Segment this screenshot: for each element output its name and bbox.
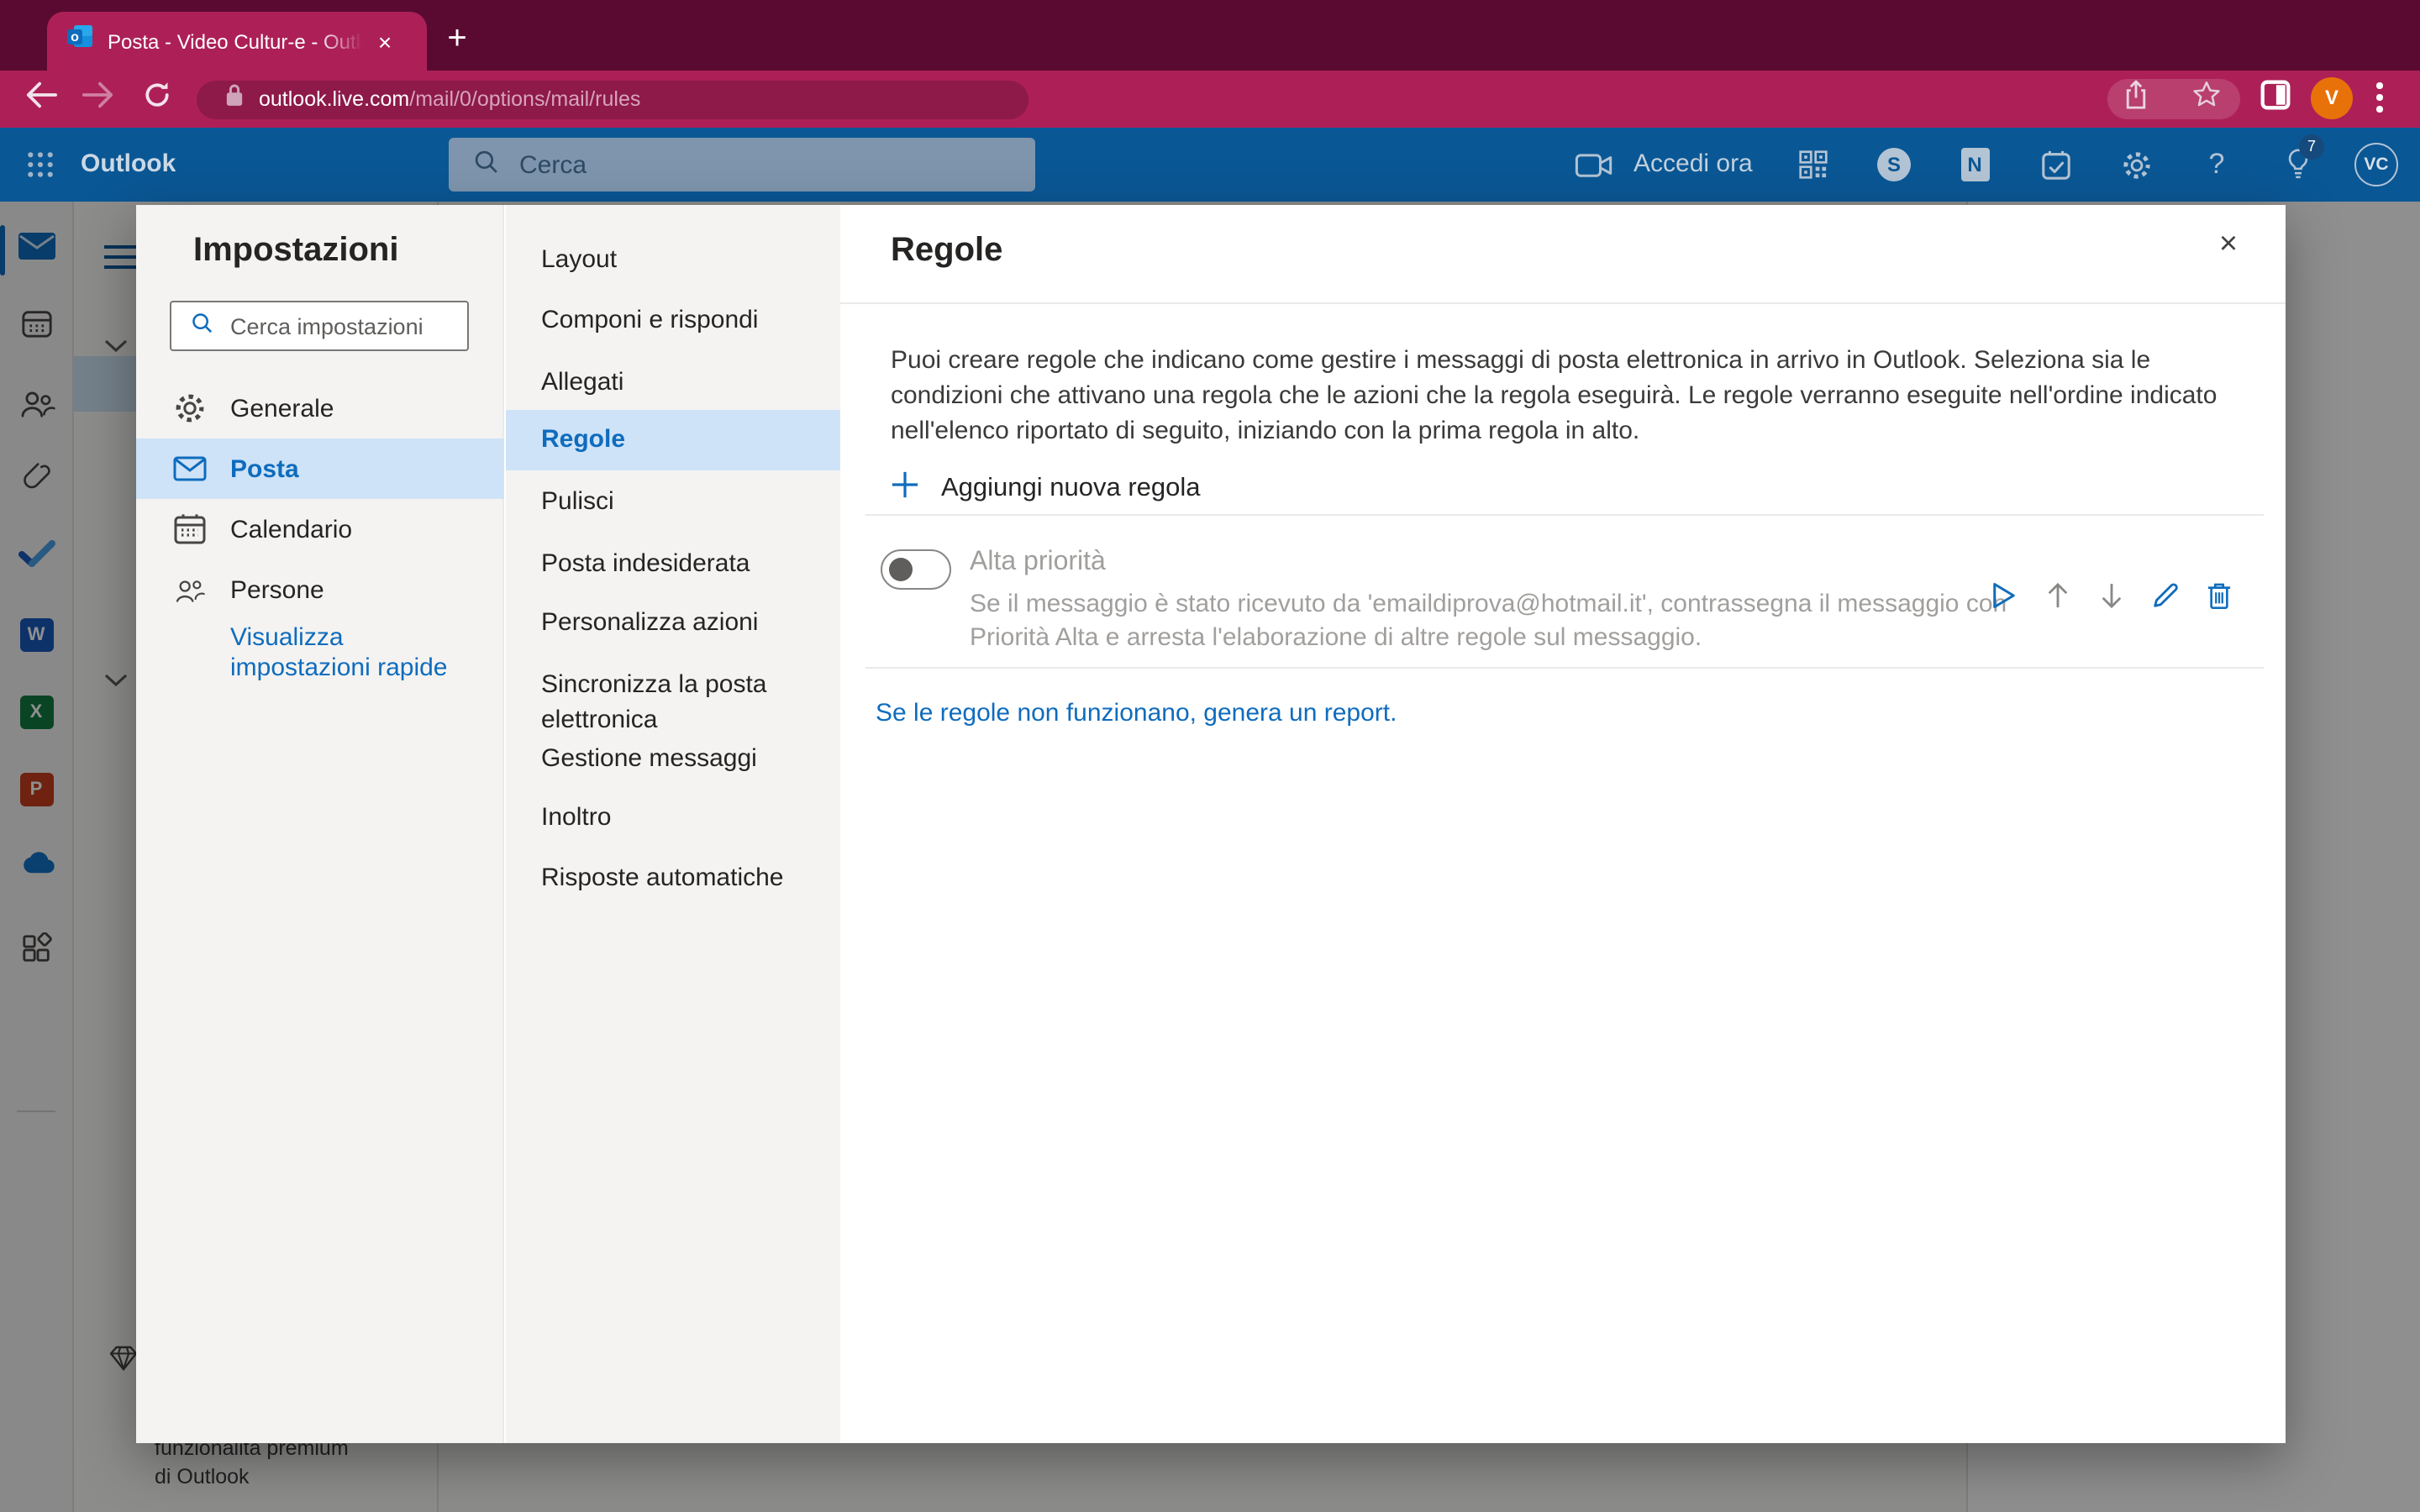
new-tab-button[interactable]: +	[434, 17, 481, 64]
header-divider	[840, 302, 2286, 304]
url-domain: outlook.live.com	[259, 87, 409, 111]
sidebar-item-posta[interactable]: Posta	[136, 438, 504, 499]
menu-item-regole[interactable]: Regole	[506, 410, 840, 470]
calendar-icon	[173, 512, 207, 546]
account-avatar[interactable]: VC	[2354, 143, 2398, 186]
tab-title: Posta - Video Cultur-e - Outloo	[108, 29, 363, 53]
delete-trash-icon[interactable]	[2198, 575, 2238, 615]
settings-sidebar: Impostazioni Generale Posta	[136, 205, 504, 1443]
browser-menu-icon[interactable]	[2376, 82, 2383, 118]
mail-icon	[173, 452, 207, 486]
forward-icon[interactable]	[82, 81, 114, 117]
app-launcher-icon[interactable]	[15, 128, 66, 202]
notification-badge: 7	[2299, 134, 2324, 160]
url-path: /mail/0/options/mail/rules	[409, 87, 640, 111]
bookmark-star-icon[interactable]	[2191, 80, 2222, 118]
menu-item-inoltro[interactable]: Inoltro	[506, 788, 840, 848]
onenote-icon[interactable]: N	[1949, 128, 2000, 202]
move-down-icon[interactable]	[2091, 575, 2131, 615]
add-rule-button[interactable]: Aggiungi nuova regola	[891, 470, 1201, 507]
settings-search-input[interactable]	[230, 313, 449, 339]
outlook-search-box[interactable]	[449, 138, 1035, 192]
browser-tab-strip: o Posta - Video Cultur-e - Outloo × +	[0, 0, 2420, 71]
rule-actions	[1983, 575, 2238, 615]
search-input[interactable]	[519, 150, 956, 179]
outlook-nav-bar: Outlook Accedi ora S N ? 7	[0, 128, 2420, 202]
toggle-knob	[889, 557, 913, 580]
quick-settings-link[interactable]: Visualizza impostazioni rapide	[230, 623, 469, 682]
screen: o Posta - Video Cultur-e - Outloo × + ou…	[0, 0, 2420, 1512]
menu-item-gestione-messaggi[interactable]: Gestione messaggi	[506, 729, 840, 790]
gear-icon	[173, 391, 207, 425]
rule-name: Alta priorità	[970, 548, 1106, 578]
back-icon[interactable]	[25, 81, 57, 117]
tab-close-icon[interactable]: ×	[370, 26, 400, 56]
todo-calendar-icon[interactable]	[2030, 128, 2081, 202]
divider	[865, 667, 2264, 669]
share-icon[interactable]	[2123, 80, 2149, 118]
move-up-icon[interactable]	[2037, 575, 2077, 615]
menu-item-posta-indesiderata[interactable]: Posta indesiderata	[506, 534, 840, 595]
skype-icon[interactable]: S	[1869, 128, 1919, 202]
search-icon	[472, 147, 499, 182]
menu-item-allegati[interactable]: Allegati	[506, 353, 840, 413]
rule-enabled-toggle[interactable]	[881, 549, 951, 590]
settings-modal: Impostazioni Generale Posta	[136, 205, 2286, 1443]
rules-description: Puoi creare regole che indicano come ges…	[891, 343, 2255, 449]
menu-item-pulisci[interactable]: Pulisci	[506, 472, 840, 533]
menu-item-personalizza-azioni[interactable]: Personalizza azioni	[506, 593, 840, 654]
menu-item-componi[interactable]: Componi e rispondi	[506, 291, 840, 351]
page-title: Regole	[891, 232, 1002, 270]
rules-panel: Regole × Puoi creare regole che indicano…	[840, 205, 2286, 1443]
side-panel-icon[interactable]	[2260, 80, 2291, 118]
edit-pencil-icon[interactable]	[2144, 575, 2185, 615]
sidebar-item-generale[interactable]: Generale	[136, 378, 504, 438]
qr-code-icon[interactable]	[1788, 128, 1839, 202]
settings-gear-icon[interactable]	[2111, 128, 2161, 202]
help-icon[interactable]: ?	[2191, 128, 2242, 202]
lock-icon	[225, 82, 244, 116]
svg-text:o: o	[71, 30, 79, 45]
close-icon[interactable]: ×	[2208, 225, 2249, 265]
search-icon	[190, 310, 213, 342]
settings-search-box[interactable]	[170, 301, 469, 351]
browser-toolbar: outlook.live.com/mail/0/options/mail/rul…	[0, 71, 2420, 128]
sidebar-item-calendario[interactable]: Calendario	[136, 499, 504, 559]
menu-item-layout[interactable]: Layout	[506, 230, 840, 291]
browser-profile-avatar[interactable]: V	[2311, 77, 2353, 119]
generate-report-link[interactable]: Se le regole non funzionano, genera un r…	[876, 699, 1397, 727]
meet-camera-icon[interactable]	[1568, 128, 1618, 202]
mail-settings-menu: Layout Componi e rispondi Allegati Regol…	[506, 205, 840, 1443]
reload-icon[interactable]	[143, 81, 171, 118]
divider	[865, 514, 2264, 516]
run-rule-icon[interactable]	[1983, 575, 2023, 615]
url-bar[interactable]: outlook.live.com/mail/0/options/mail/rul…	[197, 80, 1028, 118]
browser-tab[interactable]: o Posta - Video Cultur-e - Outloo ×	[47, 12, 427, 71]
settings-title: Impostazioni	[193, 232, 398, 270]
outlook-wordmark[interactable]: Outlook	[81, 128, 176, 202]
sign-in-now-link[interactable]: Accedi ora	[1634, 128, 1753, 202]
menu-item-risposte-automatiche[interactable]: Risposte automatiche	[506, 848, 840, 909]
sidebar-item-persone[interactable]: Persone	[136, 559, 504, 620]
rule-description: Se il messaggio è stato ricevuto da 'ema…	[970, 588, 2059, 654]
plus-icon	[891, 470, 919, 507]
outlook-favicon-icon: o	[67, 24, 94, 59]
people-icon	[173, 573, 207, 606]
